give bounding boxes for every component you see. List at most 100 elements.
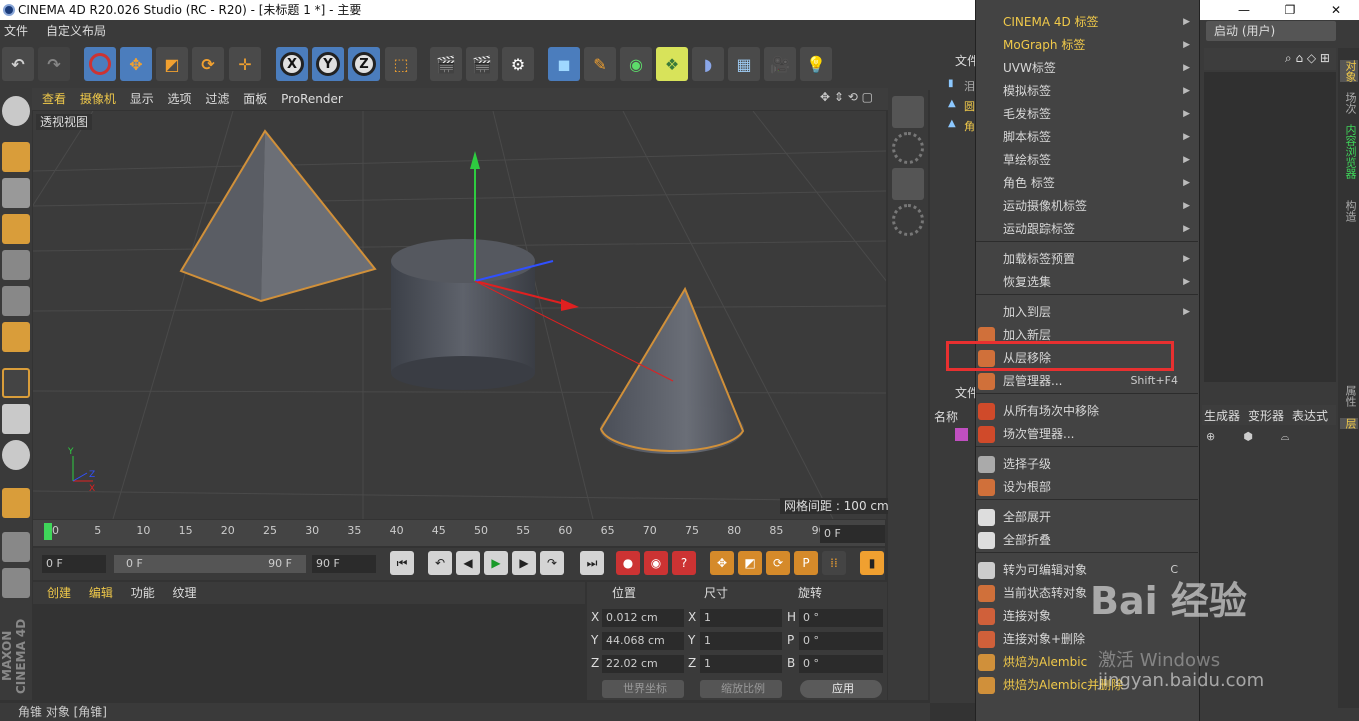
pyramid-object[interactable] — [179, 129, 377, 303]
subdivision-icon[interactable]: ◉ — [620, 47, 652, 81]
next-key-icon[interactable]: ↷ — [540, 551, 564, 575]
viewport-menu-view[interactable]: 查看 — [42, 92, 66, 106]
context-menu-item[interactable]: 从所有场次中移除 — [976, 400, 1198, 422]
timeline-ruler[interactable] — [33, 520, 885, 546]
viewport-menu-filter[interactable]: 过滤 — [205, 92, 229, 106]
context-menu-item[interactable]: 设为根部 — [976, 476, 1198, 498]
pos-x-field[interactable]: 0.012 cm — [602, 609, 684, 627]
goto-start-icon[interactable]: ⏮ — [390, 551, 414, 575]
context-menu-item[interactable]: MoGraph 标签 ▶ — [976, 34, 1198, 56]
layer-color-swatch[interactable] — [955, 428, 968, 441]
end-frame-field[interactable]: 90 F — [312, 555, 376, 573]
grid-workplane-icon[interactable] — [2, 568, 30, 598]
start-frame-field[interactable]: 0 F — [42, 555, 106, 573]
script-icon[interactable] — [892, 96, 924, 128]
deformer-icon[interactable]: ◗ — [692, 47, 724, 81]
floor-environment-icon[interactable]: ▦ — [728, 47, 760, 81]
prev-frame-icon[interactable]: ◀ — [456, 551, 480, 575]
workplane-mode-icon[interactable] — [2, 214, 30, 244]
rot-h-field[interactable]: 0 ° — [799, 609, 883, 627]
key-rotation-icon[interactable]: ⟳ — [766, 551, 790, 575]
render-settings-icon[interactable]: ⚙ — [502, 47, 534, 81]
context-menu-item[interactable]: 全部展开 — [976, 506, 1198, 528]
z-axis-lock-icon[interactable]: Z — [348, 47, 380, 81]
apply-button[interactable]: 应用 — [800, 680, 882, 698]
context-menu-item[interactable]: CINEMA 4D 标签 ▶ — [976, 11, 1198, 33]
coordinate-system-icon[interactable]: ⬚ — [385, 47, 417, 81]
context-menu-item[interactable]: 场次管理器... — [976, 423, 1198, 445]
cube-primitive-icon[interactable]: ◼ — [548, 47, 580, 81]
viewport-menu-prorender[interactable]: ProRender — [281, 92, 343, 106]
edges-mode-icon[interactable] — [2, 286, 30, 316]
viewport-menu-panel[interactable]: 面板 — [243, 92, 267, 106]
maximize-button[interactable]: ❐ — [1267, 0, 1313, 20]
context-menu-item[interactable]: 运动跟踪标签 ▶ — [976, 218, 1198, 240]
context-menu-item[interactable]: 模拟标签 ▶ — [976, 80, 1198, 102]
gear-icon[interactable] — [892, 204, 924, 236]
recent-tool-icon[interactable]: ✛ — [229, 47, 261, 81]
timeline-playhead[interactable] — [44, 523, 52, 540]
context-menu-item[interactable]: 运动摄像机标签 ▶ — [976, 195, 1198, 217]
key-parameter-icon[interactable]: P — [794, 551, 818, 575]
object-item-3[interactable]: 角 — [964, 118, 975, 134]
camera-icon[interactable]: 🎥 — [764, 47, 796, 81]
light-icon[interactable]: 💡 — [800, 47, 832, 81]
move-tool-icon[interactable]: ✥ — [120, 47, 152, 81]
y-axis-lock-icon[interactable]: Y — [312, 47, 344, 81]
cloner-icon[interactable]: ❖ — [656, 47, 688, 81]
tweak-mode-icon[interactable] — [2, 404, 30, 434]
polygons-mode-icon[interactable] — [2, 322, 30, 352]
context-menu-item[interactable]: 加载标签预置 ▶ — [976, 248, 1198, 270]
perspective-viewport[interactable]: Y Z X — [33, 111, 886, 519]
material-menu-edit[interactable]: 编辑 — [89, 586, 113, 600]
context-menu-item[interactable]: 加入到层 ▶ — [976, 301, 1198, 323]
goto-end-icon[interactable]: ⏭ — [580, 551, 604, 575]
search-icon[interactable]: ⌕ ⌂ ◇ ⊞ — [1285, 51, 1330, 66]
x-axis-lock-icon[interactable]: X — [276, 47, 308, 81]
size-y-field[interactable]: 1 — [700, 632, 782, 650]
cylinder-object[interactable] — [391, 239, 535, 390]
undo-icon[interactable]: ↶ — [2, 47, 34, 81]
context-menu-item[interactable]: 角色 标签 ▶ — [976, 172, 1198, 194]
auto-key-icon[interactable]: ◉ — [644, 551, 668, 575]
vtab-object[interactable]: 对象 — [1340, 60, 1358, 82]
axis-mode-icon[interactable] — [2, 368, 30, 398]
gear-dotted-icon[interactable] — [892, 132, 924, 164]
close-button[interactable]: ✕ — [1313, 0, 1359, 20]
vtab-layers[interactable]: 层 — [1340, 418, 1358, 429]
pen-spline-icon[interactable]: ✎ — [584, 47, 616, 81]
timeline-window-icon[interactable]: ▮ — [860, 551, 884, 575]
menu-file[interactable]: 文件 — [4, 24, 28, 38]
minimize-button[interactable]: — — [1221, 0, 1267, 20]
layer-flag-icons[interactable]: ⊕ ⬢ ⌓ — [1206, 430, 1289, 444]
key-pla-icon[interactable]: ⁞⁞ — [822, 551, 846, 575]
keyframe-selection-icon[interactable]: ? — [672, 551, 696, 575]
context-menu-item[interactable]: 层管理器... Shift+F4 — [976, 370, 1198, 392]
rot-b-field[interactable]: 0 ° — [799, 655, 883, 673]
material-menu-texture[interactable]: 纹理 — [173, 586, 197, 600]
pos-y-field[interactable]: 44.068 cm — [602, 632, 684, 650]
viewport-menu-camera[interactable]: 摄像机 — [80, 92, 116, 106]
context-menu-item[interactable]: 恢复选集 ▶ — [976, 271, 1198, 293]
menu-custom-layout[interactable]: 自定义布局 — [46, 24, 106, 38]
play-icon[interactable]: ▶ — [484, 551, 508, 575]
context-menu-item[interactable]: 选择子级 — [976, 453, 1198, 475]
viewport-menu-display[interactable]: 显示 — [130, 92, 154, 106]
render-picture-viewer-icon[interactable]: 🎬 — [466, 47, 498, 81]
model-mode-icon[interactable] — [2, 142, 30, 172]
vtab-content-browser[interactable]: 内容浏览器 — [1340, 124, 1358, 179]
next-frame-icon[interactable]: ▶ — [512, 551, 536, 575]
viewport-menu-options[interactable]: 选项 — [168, 92, 192, 106]
layout-dropdown[interactable]: 启动 (用户) — [1206, 21, 1336, 41]
solo-mode-icon[interactable] — [2, 440, 30, 470]
size-x-field[interactable]: 1 — [700, 609, 782, 627]
texture-mode-icon[interactable] — [2, 178, 30, 208]
context-menu-item[interactable]: 脚本标签 ▶ — [976, 126, 1198, 148]
vtab-attributes[interactable]: 属性 — [1340, 385, 1358, 407]
script-manager-icon[interactable] — [892, 168, 924, 200]
material-menu-create[interactable]: 创建 — [47, 586, 71, 600]
range-slider[interactable]: 0 F 90 F — [114, 555, 306, 573]
record-keys-icon[interactable]: ● — [616, 551, 640, 575]
make-editable-icon[interactable] — [2, 96, 30, 126]
world-coords-dropdown[interactable]: 世界坐标 — [602, 680, 684, 698]
